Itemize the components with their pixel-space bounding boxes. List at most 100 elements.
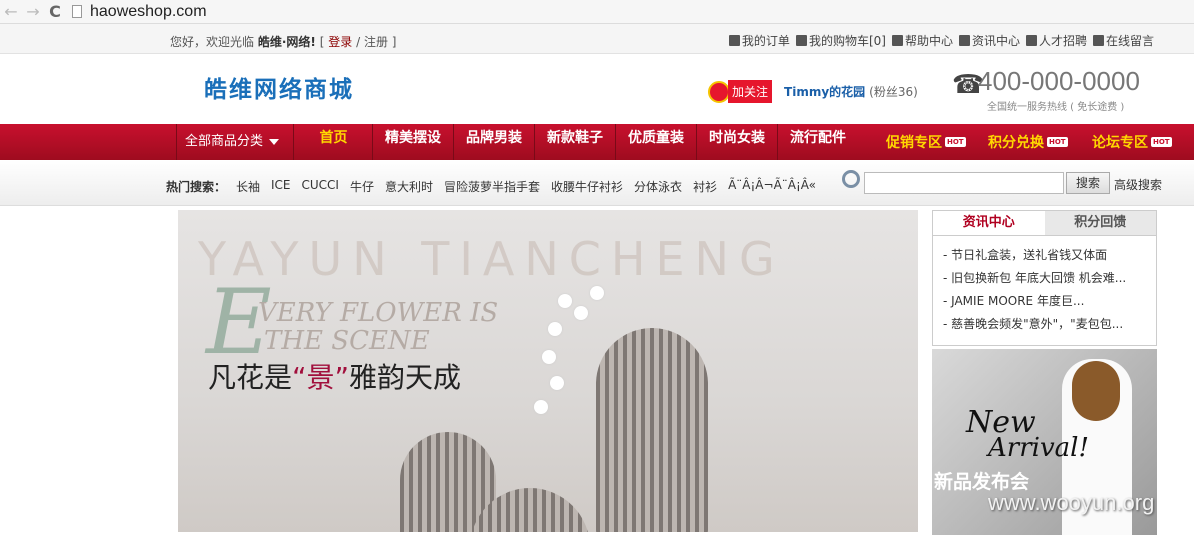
hot-search-label: 热门搜索： <box>166 180 227 194</box>
reload-button[interactable]: C <box>44 2 66 21</box>
hot-badge: HOT <box>1151 137 1172 147</box>
nav-item-accessories[interactable]: 流行配件 <box>778 124 858 160</box>
hero-banner[interactable]: YAYUN TIANCHENG E VERY FLOWER IS THE SCE… <box>178 210 918 532</box>
promo-forum-label: 论坛专区 <box>1092 135 1148 151</box>
wrench-icon <box>891 35 903 46</box>
help-label: 帮助中心 <box>904 34 953 48</box>
sidebar: 资讯中心 积分回馈 - 节日礼盒装，送礼省钱又体面 - 旧包换新包 年底大回馈 … <box>932 210 1157 535</box>
phone-number: 400-000-0000 <box>978 66 1140 96</box>
advanced-search-link[interactable]: 高级搜索 <box>1114 176 1162 193</box>
nav-item-shoes[interactable]: 新款鞋子 <box>535 124 616 160</box>
login-link[interactable]: 登录 <box>328 35 352 49</box>
ad-arrival-text: Arrival! <box>988 433 1089 463</box>
greeting: 您好，欢迎光临 <box>170 35 255 49</box>
hot-word[interactable]: 分体泳衣 <box>634 178 682 195</box>
hot-word[interactable]: Ã¨Â¡Â¬Ã¨Â¡Â« <box>728 178 816 195</box>
orders-label: 我的订单 <box>741 34 790 48</box>
slogan-pre: 凡花是 <box>208 361 293 394</box>
list-item[interactable]: - 节日礼盒装，送礼省钱又体面 <box>943 244 1146 267</box>
hot-word[interactable]: 衬衫 <box>693 178 717 195</box>
slogan-quote: “景” <box>292 361 350 394</box>
jobs-label: 人才招聘 <box>1038 34 1087 48</box>
hot-word[interactable]: 意大利时 <box>385 178 433 195</box>
all-categories-dropdown[interactable]: 全部商品分类 <box>176 124 294 160</box>
caret-down-icon <box>269 138 280 145</box>
tab-points[interactable]: 积分回馈 <box>1044 211 1156 235</box>
nav-item-menswear[interactable]: 品牌男装 <box>454 124 535 160</box>
back-button[interactable]: ← <box>0 2 22 21</box>
hot-word[interactable]: 牛仔 <box>350 178 374 195</box>
weibo-fans: (粉丝36) <box>869 85 918 99</box>
slogan-post: 雅韵天成 <box>349 361 462 394</box>
model-hair-image <box>1072 361 1120 421</box>
all-categories-label: 全部商品分类 <box>185 134 264 149</box>
flower-image <box>574 306 588 320</box>
banner-top-line: YAYUN TIANCHENG <box>198 232 785 286</box>
hot-words: 长袖 ICE CUCCI 牛仔 意大利时 冒险菠萝半指手套 收腰牛仔衬衫 分体泳… <box>236 178 816 195</box>
search-bar: 热门搜索： 长袖 ICE CUCCI 牛仔 意大利时 冒险菠萝半指手套 收腰牛仔… <box>0 160 1194 206</box>
banner-line2: THE SCENE <box>264 326 430 356</box>
header: 皓维网络商城 加关注 Timmy的花园 (粉丝36) ☎ 400-000-000… <box>0 54 1194 124</box>
nav-item-home[interactable]: 首页 <box>295 124 373 160</box>
hot-word[interactable]: 长袖 <box>236 178 260 195</box>
hot-word[interactable]: ICE <box>271 178 291 195</box>
browser-toolbar: ← → C haoweshop.com <box>0 0 1194 24</box>
banner-slogan: 凡花是“景”雅韵天成 <box>208 356 461 396</box>
promo-sales-label: 促销专区 <box>886 135 942 151</box>
phone-icon: ☎ <box>952 70 985 100</box>
hot-badge: HOT <box>1047 137 1068 147</box>
nav-item-kids[interactable]: 优质童装 <box>616 124 697 160</box>
weibo-icon <box>708 80 730 103</box>
cart-label: 我的购物车[0] <box>808 34 886 48</box>
phone-subtext: 全国统一服务热线 ( 免长途费 ) <box>987 102 1125 113</box>
hot-badge: HOT <box>945 137 966 147</box>
orders-link[interactable]: 我的订单 <box>728 32 790 49</box>
promo-forum[interactable]: 论坛专区 HOT <box>1092 124 1172 160</box>
tab-news[interactable]: 资讯中心 <box>933 211 1045 235</box>
welcome-text: 您好，欢迎光临 皓维·网络! [ 登录 / 注册 ] <box>170 33 396 50</box>
top-bar: 您好，欢迎光临 皓维·网络! [ 登录 / 注册 ] 我的订单 我的购物车[0]… <box>0 24 1194 54</box>
banner-line1: VERY FLOWER IS <box>258 298 499 328</box>
url-text[interactable]: haoweshop.com <box>90 3 207 21</box>
search-button[interactable]: 搜索 <box>1066 172 1110 194</box>
nav-items: 首页 精美摆设 品牌男装 新款鞋子 优质童装 时尚女装 流行配件 <box>295 124 858 160</box>
site-name: 皓维·网络! <box>257 35 316 49</box>
list-item[interactable]: - 旧包换新包 年底大回馈 机会难... <box>943 267 1146 290</box>
list-item[interactable]: - 慈善晚会频发"意外"，"麦包包... <box>943 313 1146 336</box>
cart-icon <box>795 35 807 46</box>
hot-word[interactable]: 收腰牛仔衬衫 <box>551 178 623 195</box>
flower-image <box>550 376 564 390</box>
cart-link[interactable]: 我的购物车[0] <box>795 32 886 49</box>
info-icon <box>958 35 970 46</box>
flower-image <box>548 322 562 336</box>
list-item[interactable]: - JAMIE MOORE 年度巨... <box>943 290 1146 313</box>
hot-word[interactable]: 冒险菠萝半指手套 <box>444 178 540 195</box>
hot-word[interactable]: CUCCI <box>302 178 339 195</box>
nav-item-womenswear[interactable]: 时尚女装 <box>697 124 778 160</box>
search-icon <box>842 170 860 188</box>
watermark: www.wooyun.org <box>988 490 1155 515</box>
register-link[interactable]: 注册 <box>364 35 388 49</box>
weibo-follow: 加关注 Timmy的花园 (粉丝36) <box>708 80 918 103</box>
promo-sales[interactable]: 促销专区 HOT <box>886 124 966 160</box>
nav-item-decor[interactable]: 精美摆设 <box>373 124 454 160</box>
news-list: - 节日礼盒装，送礼省钱又体面 - 旧包换新包 年底大回馈 机会难... - J… <box>932 236 1157 346</box>
main-nav: 全部商品分类 首页 精美摆设 品牌男装 新款鞋子 优质童装 时尚女装 流行配件 … <box>0 124 1194 160</box>
flower-image <box>534 400 548 414</box>
message-link[interactable]: 在线留言 <box>1092 32 1154 49</box>
weibo-name-link[interactable]: Timmy的花园 <box>784 83 865 100</box>
jobs-link[interactable]: 人才招聘 <box>1025 32 1087 49</box>
slash: / <box>356 35 361 49</box>
site-logo[interactable]: 皓维网络商城 <box>204 70 354 104</box>
flower-image <box>542 350 556 364</box>
address-bar[interactable]: haoweshop.com <box>72 1 207 23</box>
forward-button[interactable]: → <box>22 2 44 21</box>
news-link[interactable]: 资讯中心 <box>958 32 1020 49</box>
promo-points[interactable]: 积分兑换 HOT <box>988 124 1068 160</box>
search-input[interactable] <box>864 172 1064 194</box>
follow-button[interactable]: 加关注 <box>728 80 773 103</box>
page-icon <box>72 5 82 18</box>
promo-points-label: 积分兑换 <box>988 135 1044 151</box>
news-label: 资讯中心 <box>971 34 1020 48</box>
help-link[interactable]: 帮助中心 <box>891 32 953 49</box>
